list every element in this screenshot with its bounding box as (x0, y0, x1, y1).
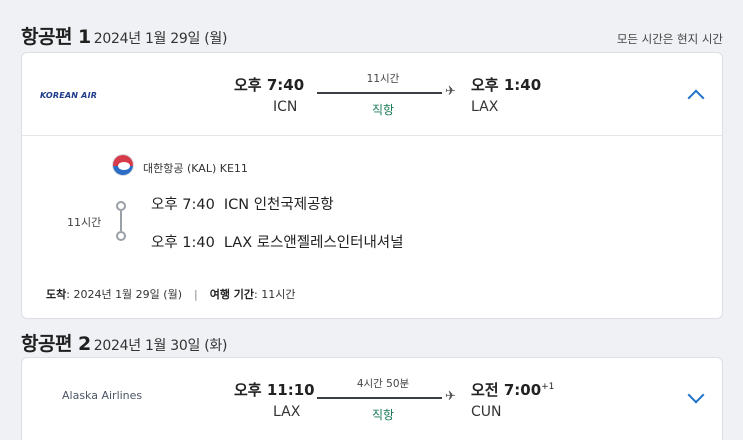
segment-dep-airport: ICN 인천국제공항 (223, 197, 334, 213)
segment-arr-dot (116, 231, 126, 241)
travel-time-label: 여행 기간 (209, 288, 255, 301)
flight-1-card: KOREAN AIR 오후 7:40 ICN 11시간 ✈ 직항 오후 1:40… (21, 52, 723, 319)
flight-1-arrive-code: LAX (471, 99, 499, 115)
summary-separator: | (194, 288, 198, 301)
flight-2-depart-time: 오후 11:10 (234, 381, 315, 399)
korean-air-taeguk-icon (112, 154, 134, 176)
flight-1-depart-time: 오후 7:40 (234, 76, 305, 94)
flight-1-title: 항공편 1 (21, 26, 91, 48)
arrival-value: : 2024년 1월 29일 (월) (66, 288, 182, 301)
flight-1-summary: 도착: 2024년 1월 29일 (월) | 여행 기간: 11시간 (46, 286, 295, 302)
plane-icon: ✈ (445, 84, 456, 99)
segment-arr-airport: LAX 로스앤젤레스인터내셔널 (223, 235, 404, 251)
flight-1-date: 2024년 1월 29일 (월) (93, 31, 228, 47)
flight-1-arrive-time: 오후 1:40 (471, 76, 542, 94)
segment-arr-time: 오후 1:40 (151, 235, 215, 251)
flight-1-stops: 직항 (371, 103, 395, 117)
segment-arrival: 오후 1:40 LAX 로스앤젤레스인터내셔널 (151, 231, 403, 252)
flight-2-header: 항공편 2 2024년 1월 30일 (화) (21, 329, 227, 356)
segment-duration: 11시간 (67, 216, 102, 229)
chevron-up-icon[interactable] (687, 89, 705, 107)
flight-2-arrive-time: 오전 7:00+1 (471, 379, 554, 400)
alaska-airlines-logo: Alaska Airlines (62, 389, 143, 402)
segment-dep-dot (116, 201, 126, 211)
flight-2-date: 2024년 1월 30일 (화) (93, 338, 228, 354)
flight-2-stops: 직항 (371, 408, 395, 422)
korean-air-logo: KOREAN AIR (40, 91, 98, 100)
flight-1-depart-code: ICN (273, 99, 298, 115)
flight-2-arrive-time-text: 오전 7:00 (471, 381, 542, 399)
travel-time-value: : 11시간 (254, 288, 296, 301)
segment-dep-time: 오후 7:40 (151, 197, 215, 213)
flight-2-arrive-code: CUN (471, 404, 502, 420)
flight-2-duration: 4시간 50분 (356, 378, 410, 390)
arrival-label: 도착 (46, 288, 67, 301)
detail-airline-name: 대한항공 (KAL) KE11 (143, 162, 248, 175)
segment-line (120, 211, 122, 231)
flight-1-route-line (317, 92, 442, 94)
timezone-note: 모든 시간은 현지 시간 (616, 32, 723, 46)
chevron-down-icon[interactable] (687, 386, 705, 404)
flight-1-duration: 11시간 (366, 73, 400, 85)
flight-1-header: 항공편 1 2024년 1월 29일 (월) (21, 22, 227, 49)
flight-2-day-offset: +1 (541, 382, 555, 392)
card-divider (22, 135, 722, 136)
flight-2-card[interactable]: Alaska Airlines 오후 11:10 LAX 4시간 50분 ✈ 직… (21, 357, 723, 440)
flight-2-depart-code: LAX (273, 404, 301, 420)
flight-2-route-line (317, 397, 442, 399)
plane-icon: ✈ (445, 389, 456, 404)
segment-departure: 오후 7:40 ICN 인천국제공항 (151, 193, 334, 214)
flight-2-title: 항공편 2 (21, 333, 91, 355)
